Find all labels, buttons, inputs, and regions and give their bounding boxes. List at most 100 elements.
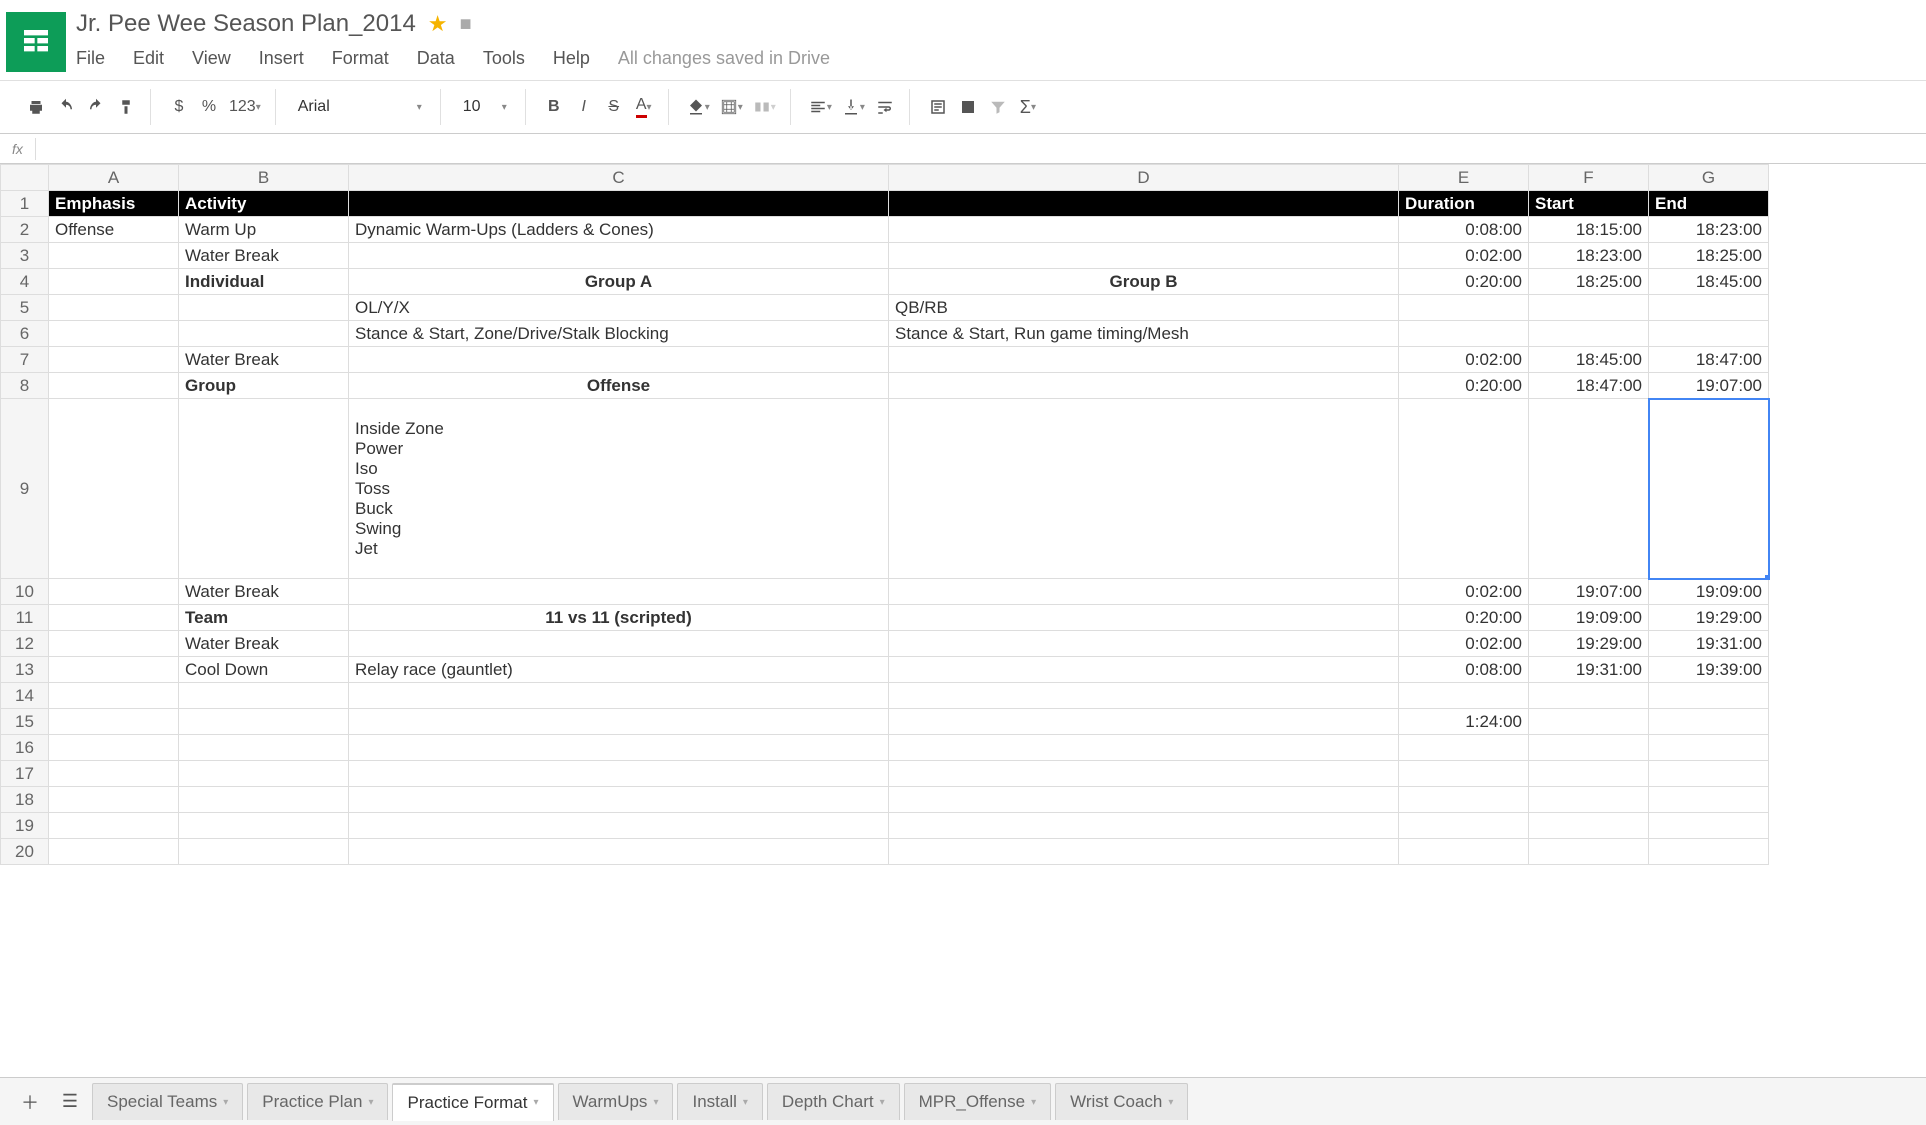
cell-G14[interactable] — [1649, 683, 1769, 709]
cell-G13[interactable]: 19:39:00 — [1649, 657, 1769, 683]
cell-G10[interactable]: 19:09:00 — [1649, 579, 1769, 605]
row-header-10[interactable]: 10 — [1, 579, 49, 605]
cell-D3[interactable] — [889, 243, 1399, 269]
cell-G2[interactable]: 18:23:00 — [1649, 217, 1769, 243]
cell-C13[interactable]: Relay race (gauntlet) — [349, 657, 889, 683]
cell-A20[interactable] — [49, 839, 179, 865]
grid-container[interactable]: ABCDEFG1EmphasisActivityDurationStartEnd… — [0, 164, 1926, 984]
cell-E7[interactable]: 0:02:00 — [1399, 347, 1529, 373]
cell-A7[interactable] — [49, 347, 179, 373]
cell-C12[interactable] — [349, 631, 889, 657]
cell-D5[interactable]: QB/RB — [889, 295, 1399, 321]
star-icon[interactable]: ★ — [428, 11, 448, 37]
cell-C4[interactable]: Group A — [349, 269, 889, 295]
bold-button[interactable]: B — [540, 93, 568, 121]
cell-A17[interactable] — [49, 761, 179, 787]
strike-button[interactable]: S — [600, 93, 628, 121]
folder-icon[interactable]: ■ — [460, 13, 472, 36]
cell-D9[interactable] — [889, 399, 1399, 579]
menu-view[interactable]: View — [192, 48, 231, 69]
cell-C20[interactable] — [349, 839, 889, 865]
row-header-9[interactable]: 9 — [1, 399, 49, 579]
cell-F15[interactable] — [1529, 709, 1649, 735]
cell-B19[interactable] — [179, 813, 349, 839]
row-header-6[interactable]: 6 — [1, 321, 49, 347]
cell-F2[interactable]: 18:15:00 — [1529, 217, 1649, 243]
cell-D20[interactable] — [889, 839, 1399, 865]
cell-B11[interactable]: Team — [179, 605, 349, 631]
menu-tools[interactable]: Tools — [483, 48, 525, 69]
sheet-tab-mpr-offense[interactable]: MPR_Offense▾ — [904, 1083, 1052, 1120]
cell-G19[interactable] — [1649, 813, 1769, 839]
cell-A15[interactable] — [49, 709, 179, 735]
cell-F10[interactable]: 19:07:00 — [1529, 579, 1649, 605]
cell-C15[interactable] — [349, 709, 889, 735]
cell-D18[interactable] — [889, 787, 1399, 813]
cell-B18[interactable] — [179, 787, 349, 813]
cell-A3[interactable] — [49, 243, 179, 269]
merge-cells-icon[interactable]: ▾ — [749, 93, 780, 121]
cell-D7[interactable] — [889, 347, 1399, 373]
menu-insert[interactable]: Insert — [259, 48, 304, 69]
menu-edit[interactable]: Edit — [133, 48, 164, 69]
insert-chart-icon[interactable] — [954, 93, 982, 121]
cell-F7[interactable]: 18:45:00 — [1529, 347, 1649, 373]
cell-A8[interactable] — [49, 373, 179, 399]
cell-A13[interactable] — [49, 657, 179, 683]
col-header-F[interactable]: F — [1529, 165, 1649, 191]
cell-G6[interactable] — [1649, 321, 1769, 347]
row-header-1[interactable]: 1 — [1, 191, 49, 217]
cell-D8[interactable] — [889, 373, 1399, 399]
cell-E8[interactable]: 0:20:00 — [1399, 373, 1529, 399]
cell-F13[interactable]: 19:31:00 — [1529, 657, 1649, 683]
cell-D10[interactable] — [889, 579, 1399, 605]
cell-G9[interactable] — [1649, 399, 1769, 579]
format-currency[interactable]: $ — [165, 93, 193, 121]
row-header-13[interactable]: 13 — [1, 657, 49, 683]
cell-G3[interactable]: 18:25:00 — [1649, 243, 1769, 269]
cell-E13[interactable]: 0:08:00 — [1399, 657, 1529, 683]
col-header-E[interactable]: E — [1399, 165, 1529, 191]
v-align-icon[interactable]: ▾ — [838, 93, 869, 121]
row-header-4[interactable]: 4 — [1, 269, 49, 295]
insert-link-icon[interactable] — [924, 93, 952, 121]
col-header-A[interactable]: A — [49, 165, 179, 191]
cell-D11[interactable] — [889, 605, 1399, 631]
cell-G18[interactable] — [1649, 787, 1769, 813]
cell-F18[interactable] — [1529, 787, 1649, 813]
row-header-7[interactable]: 7 — [1, 347, 49, 373]
cell-E2[interactable]: 0:08:00 — [1399, 217, 1529, 243]
cell-G12[interactable]: 19:31:00 — [1649, 631, 1769, 657]
cell-C10[interactable] — [349, 579, 889, 605]
cell-A12[interactable] — [49, 631, 179, 657]
row-header-14[interactable]: 14 — [1, 683, 49, 709]
row-header-17[interactable]: 17 — [1, 761, 49, 787]
italic-button[interactable]: I — [570, 93, 598, 121]
cell-A1[interactable]: Emphasis — [49, 191, 179, 217]
cell-B10[interactable]: Water Break — [179, 579, 349, 605]
undo-icon[interactable] — [52, 93, 80, 121]
cell-G7[interactable]: 18:47:00 — [1649, 347, 1769, 373]
cell-F4[interactable]: 18:25:00 — [1529, 269, 1649, 295]
cell-C16[interactable] — [349, 735, 889, 761]
cell-C17[interactable] — [349, 761, 889, 787]
cell-E10[interactable]: 0:02:00 — [1399, 579, 1529, 605]
cell-E1[interactable]: Duration — [1399, 191, 1529, 217]
spreadsheet-grid[interactable]: ABCDEFG1EmphasisActivityDurationStartEnd… — [0, 164, 1769, 865]
select-all-corner[interactable] — [1, 165, 49, 191]
col-header-D[interactable]: D — [889, 165, 1399, 191]
cell-G1[interactable]: End — [1649, 191, 1769, 217]
sheet-tab-depth-chart[interactable]: Depth Chart▾ — [767, 1083, 900, 1120]
cell-D15[interactable] — [889, 709, 1399, 735]
cell-E11[interactable]: 0:20:00 — [1399, 605, 1529, 631]
cell-B13[interactable]: Cool Down — [179, 657, 349, 683]
cell-B4[interactable]: Individual — [179, 269, 349, 295]
cell-D4[interactable]: Group B — [889, 269, 1399, 295]
cell-E12[interactable]: 0:02:00 — [1399, 631, 1529, 657]
cell-E3[interactable]: 0:02:00 — [1399, 243, 1529, 269]
functions-icon[interactable]: Σ ▾ — [1014, 93, 1042, 121]
cell-C9[interactable]: Inside Zone Power Iso Toss Buck Swing Je… — [349, 399, 889, 579]
all-sheets-button[interactable]: ☰ — [52, 1084, 88, 1120]
menu-file[interactable]: File — [76, 48, 105, 69]
font-select[interactable]: Arial▾ — [290, 94, 430, 120]
